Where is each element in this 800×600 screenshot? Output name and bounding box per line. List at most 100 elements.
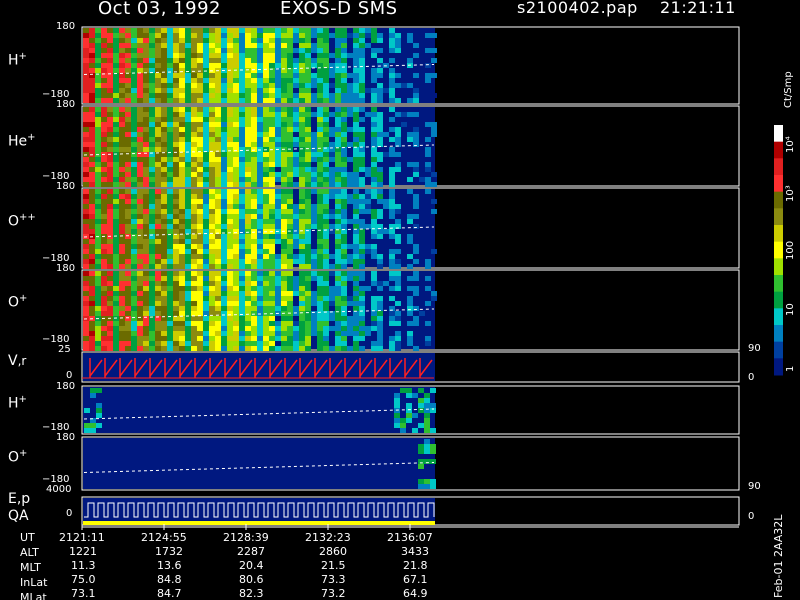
- spectrogram-cell: [293, 306, 299, 311]
- spectrogram-cell: [251, 157, 257, 162]
- spectrogram-cell: [251, 112, 257, 117]
- spectrogram-cell: [287, 157, 293, 162]
- spectrogram-cell: [245, 194, 251, 199]
- spectrogram-cell: [149, 219, 155, 224]
- spectrogram-cell: [95, 239, 101, 244]
- spectrogram-cell: [197, 177, 203, 182]
- spectrogram-cell: [287, 172, 293, 177]
- spectrogram-cell: [143, 229, 149, 234]
- spectrogram-cell: [353, 281, 359, 286]
- spectrogram-cell: [221, 346, 227, 351]
- spectrogram-cell: [137, 214, 143, 219]
- spectrogram-cell: [305, 331, 311, 336]
- spectrogram-cell: [335, 346, 341, 351]
- spectrogram-cell: [263, 219, 269, 224]
- spectrogram-cell: [179, 239, 185, 244]
- spectrogram-cell: [359, 162, 365, 167]
- spectrogram-cell: [371, 326, 377, 331]
- spectrogram-cell: [131, 28, 137, 33]
- spectrogram-cell: [257, 341, 263, 346]
- spectrogram-cell: [101, 301, 107, 306]
- spectrogram-cell: [245, 58, 251, 63]
- spectrogram-cell: [203, 127, 209, 132]
- spectrogram-cell: [239, 63, 245, 68]
- spectrogram-cell: [233, 172, 239, 177]
- spectrogram-cell: [299, 254, 305, 259]
- spectrogram-cell: [101, 93, 107, 98]
- spectrogram-cell: [227, 112, 233, 117]
- spectrogram-cell: [353, 137, 359, 142]
- spectrogram-cell: [179, 107, 185, 112]
- spectrogram-cell: [430, 484, 436, 489]
- spectrogram-cell: [209, 63, 215, 68]
- spectrogram-cell: [299, 229, 305, 234]
- spectrogram-cell: [406, 388, 412, 393]
- colorbar-tick: 10³: [785, 185, 796, 202]
- spectrogram-cell: [197, 264, 203, 269]
- spectrogram-cell: [413, 88, 419, 93]
- spectrogram-cell: [311, 167, 317, 172]
- spectrogram-cell: [203, 122, 209, 127]
- spectrogram-cell: [305, 93, 311, 98]
- panel-rmin: 0: [748, 372, 755, 383]
- spectrogram-cell: [317, 254, 323, 259]
- spectrogram-cell: [341, 209, 347, 214]
- spectrogram-cell: [143, 281, 149, 286]
- spectrogram-cell: [215, 264, 221, 269]
- spectrogram-cell: [245, 346, 251, 351]
- spectrogram-cell: [281, 271, 287, 276]
- spectrogram-cell: [347, 83, 353, 88]
- spectrogram-cell: [413, 43, 419, 48]
- spectrogram-cell: [191, 157, 197, 162]
- spectrogram-cell: [137, 321, 143, 326]
- spectrogram-cell: [155, 28, 161, 33]
- spectrogram-cell: [137, 182, 143, 187]
- spectrogram-cell: [377, 264, 383, 269]
- spectrogram-cell: [287, 326, 293, 331]
- spectrogram-cell: [359, 132, 365, 137]
- spectrogram-cell: [203, 286, 209, 291]
- spectrogram-cell: [275, 234, 281, 239]
- spectrogram-cell: [173, 137, 179, 142]
- spectrogram-cell: [221, 189, 227, 194]
- spectrogram-cell: [161, 321, 167, 326]
- spectrogram-cell: [113, 306, 119, 311]
- spectrogram-cell: [197, 234, 203, 239]
- spectrogram-cell: [359, 254, 365, 259]
- spectrogram-cell: [149, 73, 155, 78]
- spectrogram-cell: [407, 311, 413, 316]
- spectrogram-cell: [131, 204, 137, 209]
- spectrogram-cell: [89, 98, 95, 103]
- spectrogram-cell: [395, 98, 401, 103]
- spectrogram-cell: [293, 58, 299, 63]
- spectrogram-cell: [245, 204, 251, 209]
- spectrogram-cell: [131, 177, 137, 182]
- spectrogram-cell: [251, 162, 257, 167]
- spectrogram-cell: [149, 321, 155, 326]
- spectrogram-cell: [299, 83, 305, 88]
- spectrogram-cell: [305, 122, 311, 127]
- spectrogram-cell: [287, 291, 293, 296]
- spectrogram-cell: [263, 83, 269, 88]
- spectrogram-cell: [101, 68, 107, 73]
- spectrogram-cell: [215, 276, 221, 281]
- footer-inlat: 73.3: [321, 573, 346, 586]
- spectrogram-cell: [137, 117, 143, 122]
- spectrogram-cell: [287, 38, 293, 43]
- spectrogram-cell: [299, 137, 305, 142]
- spectrogram-cell: [167, 321, 173, 326]
- spectrogram-cell: [257, 194, 263, 199]
- spectrogram-cell: [233, 107, 239, 112]
- spectrogram-cell: [203, 48, 209, 53]
- spectrogram-cell: [424, 459, 430, 464]
- spectrogram-cell: [269, 234, 275, 239]
- spectrogram-cell: [203, 43, 209, 48]
- spectrogram-cell: [311, 33, 317, 38]
- spectrogram-cell: [407, 286, 413, 291]
- spectrogram-cell: [413, 194, 419, 199]
- spectrogram-cell: [221, 234, 227, 239]
- spectrogram-cell: [323, 209, 329, 214]
- spectrogram-cell: [173, 132, 179, 137]
- spectrogram-cell: [221, 48, 227, 53]
- spectrogram-cell: [215, 249, 221, 254]
